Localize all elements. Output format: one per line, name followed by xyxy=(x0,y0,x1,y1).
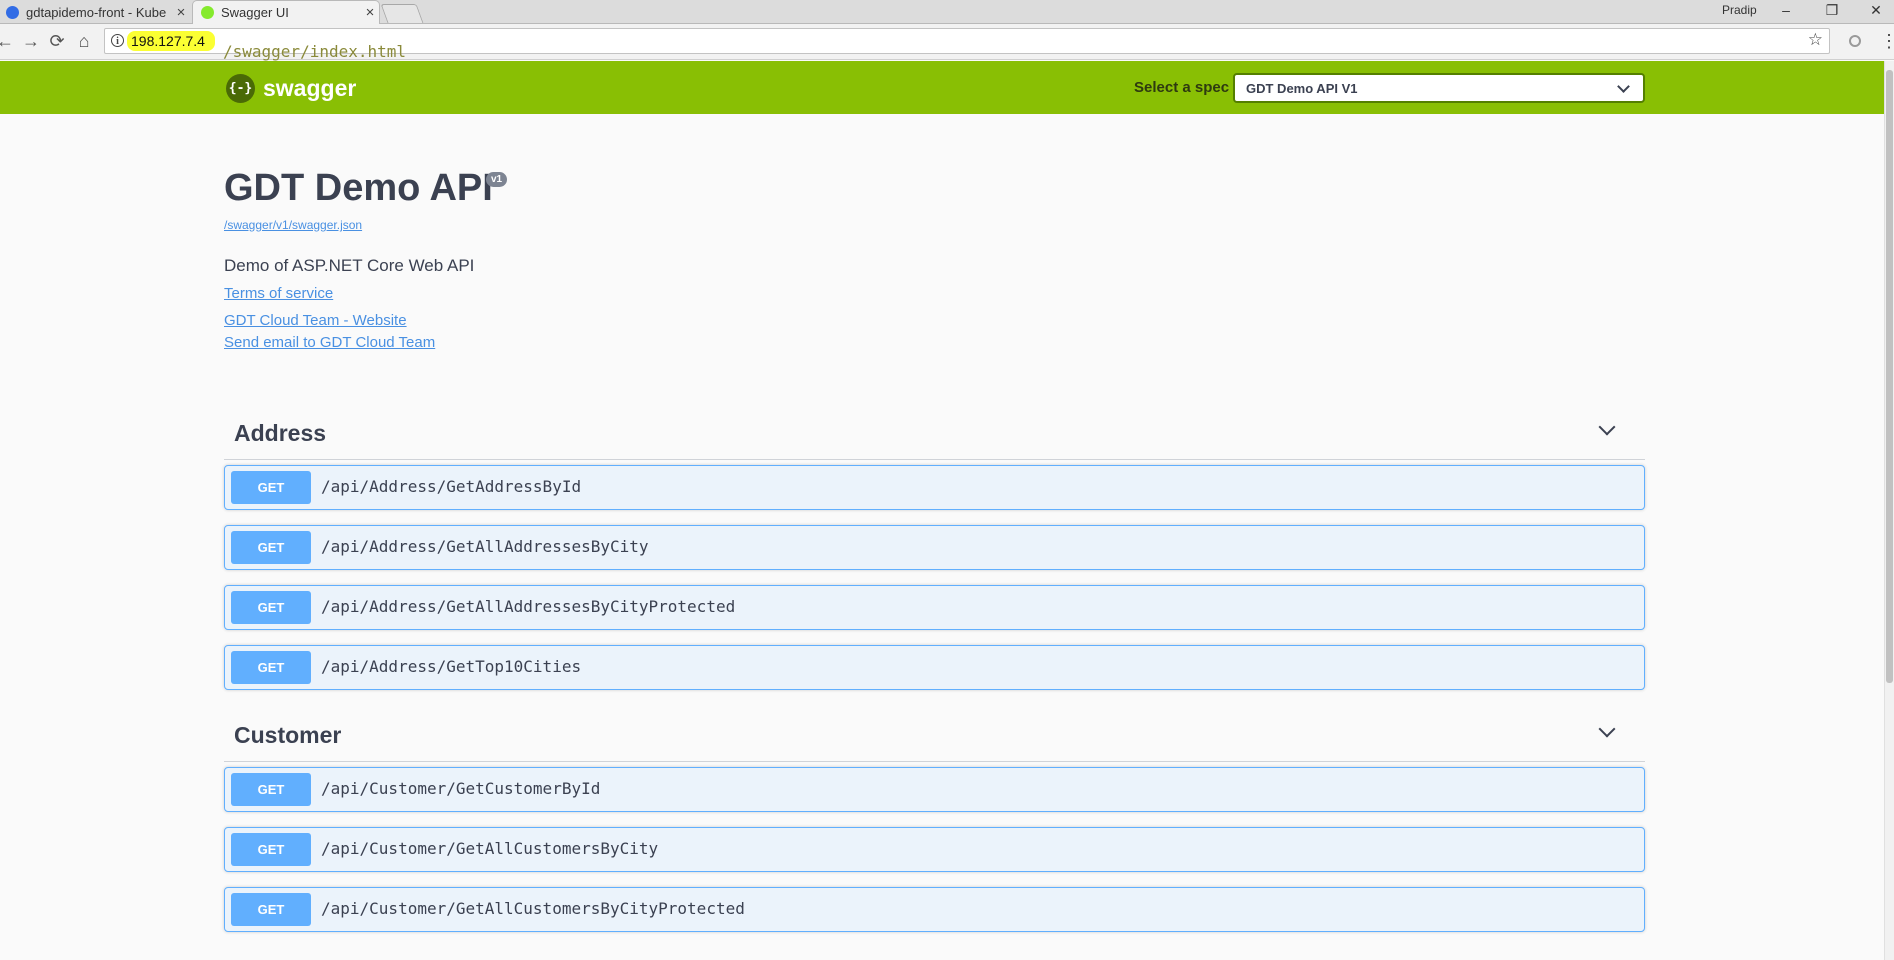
swagger-topbar: {-} swagger Select a spec GDT Demo API V… xyxy=(0,61,1884,114)
url-path: /swagger/index.html xyxy=(223,42,407,61)
operation-get-address-by-id[interactable]: GET /api/Address/GetAddressById xyxy=(224,465,1645,510)
api-title: GDT Demo API xyxy=(224,167,493,209)
kubernetes-favicon-icon xyxy=(6,5,19,19)
minimize-icon[interactable]: – xyxy=(1766,0,1806,22)
operation-path: /api/Address/GetTop10Cities xyxy=(321,657,582,676)
method-badge: GET xyxy=(231,651,311,684)
tab-kubernetes[interactable]: gdtapidemo-front - Kube × xyxy=(0,0,190,24)
tag-address[interactable]: Address xyxy=(224,405,1645,460)
home-icon[interactable]: ⌂ xyxy=(73,30,95,52)
extension-icon[interactable] xyxy=(1849,35,1861,47)
tag-title: Address xyxy=(234,420,327,446)
operation-get-all-customers-by-city-protected[interactable]: GET /api/Customer/GetAllCustomersByCityP… xyxy=(224,887,1645,932)
operation-get-all-addresses-by-city-protected[interactable]: GET /api/Address/GetAllAddressesByCityPr… xyxy=(224,585,1645,630)
select-spec-label: Select a spec xyxy=(1134,79,1230,96)
version-badge: v1 xyxy=(486,172,508,187)
close-tab-icon[interactable]: × xyxy=(361,4,379,21)
method-badge: GET xyxy=(231,591,311,624)
method-badge: GET xyxy=(231,893,311,926)
swagger-logo[interactable]: {-} swagger xyxy=(226,74,356,103)
site-info-icon[interactable]: i xyxy=(111,34,124,47)
forward-icon[interactable]: → xyxy=(20,30,42,52)
swagger-favicon-icon xyxy=(201,6,214,19)
swagger-logo-icon: {-} xyxy=(226,74,255,103)
terms-of-service-link[interactable]: Terms of service xyxy=(224,285,333,302)
url-host: 198.127.7.4 xyxy=(131,33,205,49)
operation-path: /api/Address/GetAllAddressesByCity xyxy=(321,537,649,556)
scrollbar-thumb[interactable] xyxy=(1886,70,1893,683)
bookmark-star-icon[interactable]: ☆ xyxy=(1808,30,1823,50)
tag-title: Customer xyxy=(234,722,342,748)
method-badge: GET xyxy=(231,833,311,866)
back-icon[interactable]: ← xyxy=(0,30,16,52)
operation-path: /api/Customer/GetAllCustomersByCityProte… xyxy=(321,899,745,918)
tab-title: gdtapidemo-front - Kube xyxy=(26,4,167,20)
api-description: Demo of ASP.NET Core Web API xyxy=(224,256,475,275)
operation-path: /api/Address/GetAddressById xyxy=(321,477,582,496)
operation-get-top10-cities[interactable]: GET /api/Address/GetTop10Cities xyxy=(224,645,1645,690)
spec-select-value: GDT Demo API V1 xyxy=(1246,80,1358,96)
email-link[interactable]: Send email to GDT Cloud Team xyxy=(224,334,435,351)
tag-customer[interactable]: Customer xyxy=(224,707,1645,762)
method-badge: GET xyxy=(231,471,311,504)
operation-path: /api/Customer/GetCustomerById xyxy=(321,779,601,798)
operation-path: /api/Address/GetAllAddressesByCityProtec… xyxy=(321,597,736,616)
operation-get-all-customers-by-city[interactable]: GET /api/Customer/GetAllCustomersByCity xyxy=(224,827,1645,872)
tab-swagger-ui[interactable]: Swagger UI × xyxy=(192,0,380,24)
spec-select[interactable]: GDT Demo API V1 xyxy=(1233,73,1645,103)
method-badge: GET xyxy=(231,773,311,806)
chevron-down-icon xyxy=(1617,79,1630,93)
restore-icon[interactable]: ❐ xyxy=(1812,0,1852,22)
new-tab-button[interactable] xyxy=(380,4,424,23)
browser-tabstrip: gdtapidemo-front - Kube × Swagger UI × P… xyxy=(0,0,1894,24)
method-badge: GET xyxy=(231,531,311,564)
reload-icon[interactable]: ⟳ xyxy=(46,30,68,52)
chevron-down-icon[interactable] xyxy=(1598,418,1616,436)
profile-name[interactable]: Pradip xyxy=(1722,3,1757,17)
browser-toolbar: ← → ⟳ ⌂ i 198.127.7.4/swagger/index.html… xyxy=(0,24,1894,61)
close-tab-icon[interactable]: × xyxy=(172,4,190,21)
operation-get-all-addresses-by-city[interactable]: GET /api/Address/GetAllAddressesByCity xyxy=(224,525,1645,570)
close-window-icon[interactable]: ✕ xyxy=(1856,0,1894,22)
operation-get-customer-by-id[interactable]: GET /api/Customer/GetCustomerById xyxy=(224,767,1645,812)
url-text[interactable]: 198.127.7.4/swagger/index.html xyxy=(127,31,406,61)
spec-url-link[interactable]: /swagger/v1/swagger.json xyxy=(224,218,362,232)
operation-path: /api/Customer/GetAllCustomersByCity xyxy=(321,839,659,858)
tab-title: Swagger UI xyxy=(221,5,289,20)
swagger-logo-text: swagger xyxy=(263,75,357,101)
browser-menu-icon[interactable]: ⋮ xyxy=(1880,28,1894,54)
chevron-down-icon[interactable] xyxy=(1598,720,1616,738)
website-link[interactable]: GDT Cloud Team - Website xyxy=(224,312,407,329)
address-bar[interactable]: i 198.127.7.4/swagger/index.html ☆ xyxy=(104,28,1830,61)
